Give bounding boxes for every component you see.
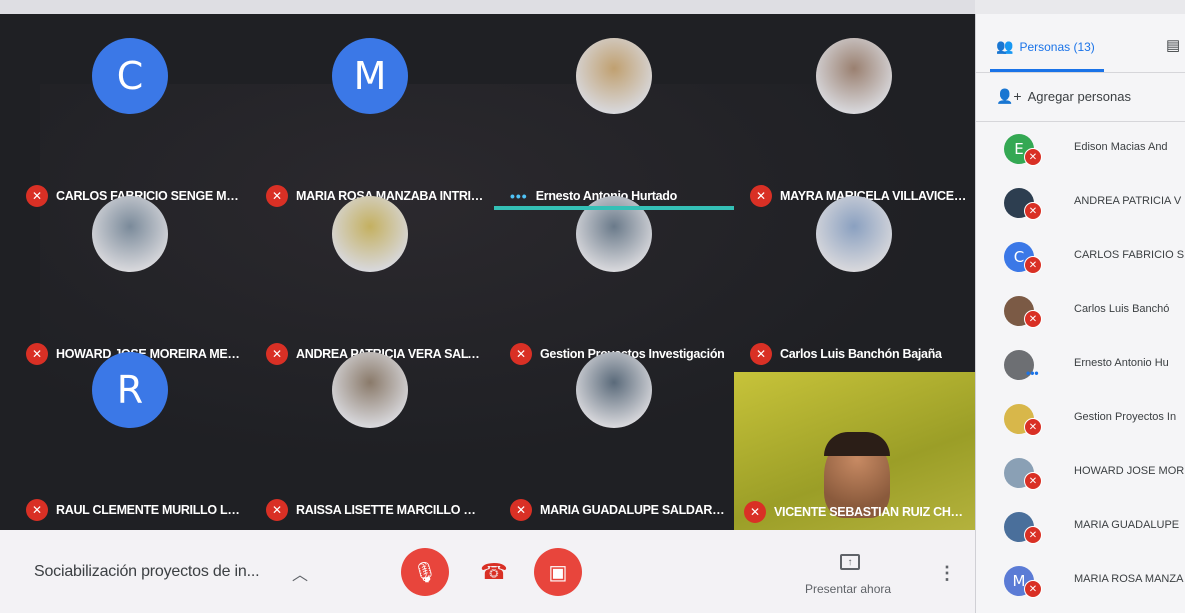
- participant-tile[interactable]: ✕ MARIA GUADALUPE SALDARRIA...: [494, 336, 734, 521]
- participant-list-item[interactable]: ✕ MARIA GUADALUPE: [976, 500, 1185, 554]
- participant-tile[interactable]: ✕HOWARD JOSE MOREIRA MEND...: [10, 180, 250, 365]
- people-icon: 👥: [996, 38, 1014, 54]
- avatar-photo: [332, 196, 408, 272]
- mic-off-icon: ✕: [1024, 148, 1042, 166]
- participant-list-name: MARIA GUADALUPE: [1074, 519, 1180, 531]
- participant-tile[interactable]: ✕ RAISSA LISETTE MARCILLO MOL...: [250, 336, 490, 521]
- participant-name-row: ✕ RAISSA LISETTE MARCILLO MOL...: [266, 498, 484, 522]
- present-now-button[interactable]: Presentar ahora: [805, 582, 891, 596]
- participant-name-row: ✕ RAUL CLEMENTE MURILLO LOOR: [26, 498, 244, 522]
- mic-off-icon: ✕: [1024, 526, 1042, 544]
- participant-list-name: HOWARD JOSE MOR: [1074, 465, 1185, 477]
- top-strip: [0, 0, 975, 14]
- participant-list-name: Ernesto Antonio Hu: [1074, 357, 1169, 369]
- participant-tile[interactable]: •••Ernesto Antonio Hurtado: [494, 22, 734, 204]
- participant-list-item[interactable]: ••• Ernesto Antonio Hu: [976, 338, 1185, 392]
- speaking-indicator: [494, 206, 734, 210]
- tab-people-label: Personas (13): [1019, 39, 1095, 54]
- participant-name: RAISSA LISETTE MARCILLO MOL...: [296, 503, 484, 517]
- avatar-initial: E: [1014, 140, 1024, 158]
- participant-name: VICENTE SEBASTIAN RUIZ CHEV...: [774, 505, 969, 519]
- tab-people[interactable]: 👥 Personas (13): [996, 38, 1095, 55]
- avatar-photo: [576, 38, 652, 114]
- participant-list-name: CARLOS FABRICIO SI: [1074, 249, 1185, 261]
- camera-off-icon: ▣: [548, 561, 568, 584]
- mic-off-icon: ✕: [510, 499, 532, 521]
- participant-list-name: ANDREA PATRICIA V: [1074, 195, 1182, 207]
- participant-name: MARIA GUADALUPE SALDARRIA...: [540, 503, 728, 517]
- camera-feed-hair: [824, 432, 890, 456]
- participant-name-row: ✕ MARIA GUADALUPE SALDARRIA...: [510, 498, 728, 522]
- participant-tile[interactable]: M ✕ MARIA ROSA MANZABA INTRIA...: [250, 22, 490, 207]
- mic-off-icon: ✕: [1024, 310, 1042, 328]
- participant-name-row: ✕ VICENTE SEBASTIAN RUIZ CHEV...: [744, 500, 969, 524]
- participant-list-item[interactable]: M ✕ MARIA ROSA MANZA: [976, 554, 1185, 608]
- avatar-photo: [816, 196, 892, 272]
- mic-off-icon: ✕: [744, 501, 766, 523]
- add-person-icon: 👤+: [996, 88, 1022, 104]
- participant-name: RAUL CLEMENTE MURILLO LOOR: [56, 503, 244, 517]
- participant-list-item[interactable]: ✕ Carlos Luis Banchó: [976, 284, 1185, 338]
- participant-list-item[interactable]: ✕ HOWARD JOSE MOR: [976, 446, 1185, 500]
- mic-off-icon: 🎙: [412, 561, 438, 584]
- mic-off-icon: ✕: [1024, 202, 1042, 220]
- phone-hangup-icon: ☎: [480, 559, 508, 584]
- more-options-icon[interactable]: ⋮: [938, 563, 956, 584]
- chat-icon[interactable]: ▤: [1166, 36, 1180, 54]
- participant-list-name: Edison Macias And: [1074, 141, 1168, 153]
- add-people-label: Agregar personas: [1027, 89, 1131, 104]
- hang-up-button[interactable]: ☎: [470, 548, 518, 596]
- participant-name: Carlos Luis Banchón Bajaña: [780, 347, 942, 361]
- participant-list-name: Carlos Luis Banchó: [1074, 303, 1170, 315]
- participant-list-item[interactable]: ✕ ANDREA PATRICIA V: [976, 176, 1185, 230]
- add-people-button[interactable]: 👤+ Agregar personas: [996, 88, 1131, 105]
- present-screen-icon[interactable]: ↑: [840, 554, 860, 570]
- avatar: M: [332, 38, 408, 114]
- meet-window: C✕CARLOS FABRICIO SENGE MOREI...M✕MARIA …: [0, 0, 1185, 613]
- avatar-photo: [332, 352, 408, 428]
- divider: [976, 72, 1185, 73]
- participant-name-row: ✕ Carlos Luis Banchón Bajaña: [750, 342, 968, 366]
- avatar-initial: C: [116, 54, 144, 98]
- mic-off-icon: ✕: [750, 343, 772, 365]
- participant-tile[interactable]: ✕ Carlos Luis Banchón Bajaña: [734, 180, 974, 365]
- mic-toggle-button[interactable]: 🎙: [401, 548, 449, 596]
- participant-list-item[interactable]: ✕ Gestion Proyectos In: [976, 392, 1185, 446]
- participant-tile[interactable]: C✕CARLOS FABRICIO SENGE MOREI...: [10, 22, 250, 207]
- bottom-controls: Sociabilización proyectos de in... ︿ 🎙 ☎…: [0, 530, 975, 613]
- avatar: C: [92, 38, 168, 114]
- mic-off-icon: ✕: [26, 499, 48, 521]
- mic-off-icon: ✕: [266, 499, 288, 521]
- participant-tile[interactable]: R ✕ RAUL CLEMENTE MURILLO LOOR: [10, 336, 250, 521]
- mic-off-icon: ✕: [1024, 418, 1042, 436]
- meeting-title[interactable]: Sociabilización proyectos de in...: [34, 563, 260, 581]
- participant-list-name: MARIA ROSA MANZA: [1074, 573, 1184, 585]
- participant-list-name: Gestion Proyectos In: [1074, 411, 1177, 423]
- participant-tile[interactable]: ✕ MAYRA MARICELA VILLAVICENC...: [734, 22, 974, 207]
- participant-list-item[interactable]: E ✕ Edison Macias And: [976, 122, 1185, 176]
- avatar-initial: R: [116, 368, 144, 412]
- avatar-initial: C: [1013, 248, 1025, 266]
- avatar: R: [92, 352, 168, 428]
- participant-list-item[interactable]: C ✕ CARLOS FABRICIO SI: [976, 230, 1185, 284]
- audio-level-icon: •••: [1026, 366, 1039, 380]
- camera-toggle-button[interactable]: ▣: [534, 548, 582, 596]
- chevron-up-icon[interactable]: ︿: [292, 561, 308, 585]
- avatar-initial: M: [353, 54, 387, 98]
- mic-off-icon: ✕: [1024, 580, 1042, 598]
- people-panel: 👥 Personas (13) ▤ 👤+ Agregar personas E ✕…: [975, 14, 1185, 613]
- avatar-photo: [576, 352, 652, 428]
- avatar-photo: [816, 38, 892, 114]
- participant-tile[interactable]: ✕ANDREA PATRICIA VERA SALTOS: [250, 180, 490, 365]
- participant-camera-tile[interactable]: ✕ VICENTE SEBASTIAN RUIZ CHEV...: [734, 372, 975, 530]
- avatar-photo: [92, 196, 168, 272]
- mic-off-icon: ✕: [1024, 472, 1042, 490]
- mic-off-icon: ✕: [1024, 256, 1042, 274]
